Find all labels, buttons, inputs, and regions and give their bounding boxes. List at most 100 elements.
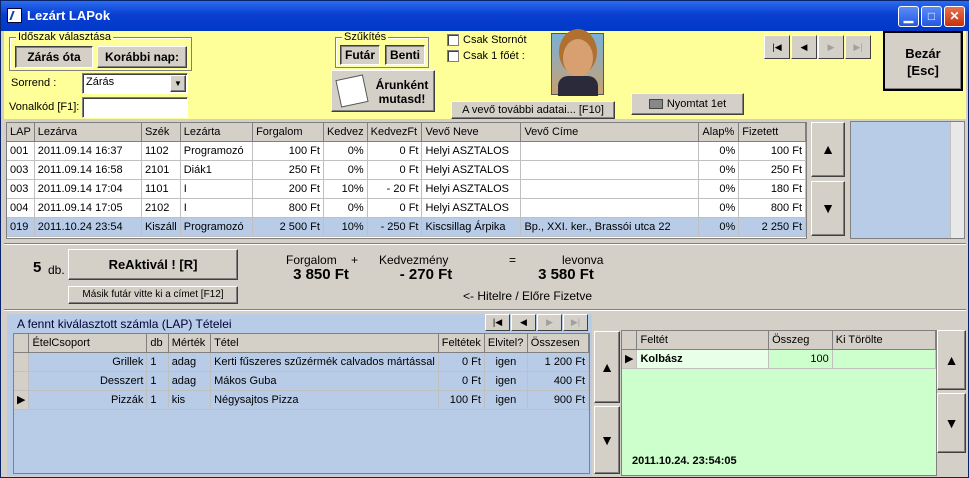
equals-sign: =: [509, 253, 517, 267]
nav-first-button[interactable]: |◀: [764, 35, 790, 59]
toppings-table: Feltét Összeg Ki Törölte ▶ Kolbász 100: [622, 331, 936, 369]
table-cell: - 20 Ft: [367, 179, 423, 199]
table-cell: 2101: [141, 160, 181, 180]
items-nav-next-button[interactable]: ▶: [537, 314, 562, 331]
main-header-10: Fizetett: [738, 123, 806, 142]
turnover-label: Forgalom: [286, 253, 337, 267]
count-unit: db.: [48, 263, 65, 277]
unit-price-button[interactable]: Árunként mutasd!: [331, 70, 435, 112]
item-cell: 1: [146, 390, 169, 410]
turnover-value: 3 850 Ft: [293, 266, 349, 283]
other-courier-button[interactable]: Másik futár vitte ki a címet [F12]: [68, 286, 238, 304]
main-header-7: Vevő Neve: [421, 123, 522, 142]
inside-button[interactable]: Benti: [385, 45, 425, 65]
discount-value: - 270 Ft: [399, 266, 453, 283]
table-cell: Helyi ASZTALOS: [421, 179, 522, 199]
deducted-label: levonva: [562, 253, 604, 267]
printer-icon: [648, 99, 663, 110]
main-header-6: KedvezFt: [367, 123, 423, 142]
row-indicator: [14, 352, 30, 372]
table-cell: Programozó: [180, 217, 254, 237]
main-header-2: Szék: [141, 123, 181, 142]
table-row[interactable]: 004 2011.09.14 17:05 2102 I 800 Ft 0% 0 Ft Hely…: [7, 198, 806, 218]
filter-legend: Szűkítés: [342, 31, 389, 43]
table-cell: 2011.10.24 23:54: [34, 217, 142, 237]
print-button[interactable]: Nyomtat 1et: [631, 93, 744, 115]
since-close-button[interactable]: Zárás óta: [15, 46, 93, 68]
scroll-up-button[interactable]: ▲: [811, 122, 845, 177]
barcode-input[interactable]: [82, 97, 188, 118]
customer-more-button[interactable]: A vevő további adatai... [F10]: [451, 101, 615, 119]
item-cell: 900 Ft: [527, 390, 589, 410]
toppings-scroll-down-button[interactable]: ▼: [937, 393, 966, 453]
list-item[interactable]: ▶ Kolbász 100: [622, 349, 936, 369]
items-nav-last-button[interactable]: ▶|: [563, 314, 588, 331]
side-scrollbar[interactable]: [950, 122, 964, 238]
items-header-5: Elvitel?: [484, 334, 528, 353]
period-legend: Időszak választása: [16, 31, 113, 43]
toppings-scroll-up-button[interactable]: ▲: [937, 330, 966, 390]
table-cell: 100 Ft: [738, 141, 806, 161]
topping-cell: [832, 349, 936, 369]
table-cell: 250 Ft: [252, 160, 324, 180]
table-cell: Bp., XXI. ker., Brassói utca 22: [520, 217, 700, 237]
close-button[interactable]: Bezár [Esc]: [883, 31, 963, 91]
items-table-wrap[interactable]: ÉtelCsoport db Mérték Tétel Feltétek Elvitel?…: [13, 333, 590, 474]
table-cell: 2102: [141, 198, 181, 218]
items-header-0: ÉtelCsoport: [28, 334, 148, 353]
chevron-down-icon[interactable]: ▼: [170, 75, 186, 92]
items-nav-first-button[interactable]: |◀: [485, 314, 510, 331]
reactivate-button[interactable]: ReAktivál ! [R]: [68, 249, 238, 280]
list-item[interactable]: ▶ Pizzák 1 kis Négysajtos Pizza 100 Ft igen 900…: [14, 390, 589, 410]
storno-label: Csak Stornót: [463, 34, 527, 46]
close-line2: [Esc]: [907, 63, 939, 78]
table-cell: 2011.09.14 17:05: [34, 198, 142, 218]
plus-sign: +: [351, 253, 359, 267]
topping-cell: Kolbász: [636, 349, 770, 369]
app-icon: [7, 8, 22, 23]
table-row[interactable]: 019 2011.10.24 23:54 Kiszáll Programozó 2 50…: [7, 217, 806, 237]
table-row[interactable]: 003 2011.09.14 16:58 2101 Diák1 250 Ft 0% 0 Ft…: [7, 160, 806, 180]
item-cell: Kerti fűszeres szűzérmék calvados mártás…: [210, 352, 439, 372]
list-item[interactable]: Grillek 1 adag Kerti fűszeres szűzérmék cal…: [14, 352, 589, 372]
nav-last-button[interactable]: ▶|: [845, 35, 871, 59]
side-panel: [850, 121, 965, 239]
item-cell: kis: [168, 390, 212, 410]
toppings-table-wrap[interactable]: Feltét Összeg Ki Törölte ▶ Kolbász 100: [622, 331, 936, 446]
nav-next-button[interactable]: ▶: [818, 35, 844, 59]
table-row[interactable]: 001 2011.09.14 16:37 1102 Programozó 100 Ft 0…: [7, 141, 806, 161]
main-header-3: Lezárta: [180, 123, 254, 142]
item-cell: Négysajtos Pizza: [210, 390, 439, 410]
item-cell: Pizzák: [28, 390, 148, 410]
table-row[interactable]: 003 2011.09.14 17:04 1101 I 200 Ft 10% - 20 Ft…: [7, 179, 806, 199]
storno-checkbox[interactable]: [447, 34, 459, 46]
item-cell: 1: [146, 352, 169, 372]
courier-button[interactable]: Futár: [340, 45, 380, 65]
closed-tabs-table[interactable]: LAP Lezárva Szék Lezárta Forgalom Kedvez Kedve…: [6, 122, 807, 239]
earlier-day-button[interactable]: Korábbi nap:: [97, 46, 187, 68]
items-scroll-down-button[interactable]: ▼: [594, 406, 620, 474]
table-cell: 800 Ft: [738, 198, 806, 218]
separator-2: [4, 309, 966, 311]
table-cell: 0%: [698, 141, 740, 161]
items-nav-prev-button[interactable]: ◀: [511, 314, 536, 331]
filter-group: Szűkítés Futár Benti: [335, 31, 429, 68]
minimize-button[interactable]: ▁: [898, 6, 919, 27]
close-line1: Bezár: [905, 46, 941, 61]
items-scroll-up-button[interactable]: ▲: [594, 331, 620, 403]
one-person-checkbox[interactable]: [447, 50, 459, 62]
deducted-value: 3 580 Ft: [538, 266, 594, 283]
close-window-button[interactable]: ✕: [944, 6, 965, 27]
main-table: LAP Lezárva Szék Lezárta Forgalom Kedvez Kedve…: [7, 123, 806, 237]
list-item[interactable]: Desszert 1 adag Mákos Guba 0 Ft igen 400 Ft: [14, 371, 589, 391]
items-header-3: Tétel: [210, 334, 439, 353]
item-cell: 1 200 Ft: [527, 352, 589, 372]
table-cell: Kiszáll: [141, 217, 181, 237]
item-cell: 400 Ft: [527, 371, 589, 391]
maximize-button[interactable]: □: [921, 6, 942, 27]
topping-cell: 100: [768, 349, 833, 369]
table-cell: 0%: [323, 160, 368, 180]
scroll-down-button[interactable]: ▼: [811, 181, 845, 236]
sort-select[interactable]: Zárás ▼: [82, 73, 188, 94]
nav-prev-button[interactable]: ◀: [791, 35, 817, 59]
